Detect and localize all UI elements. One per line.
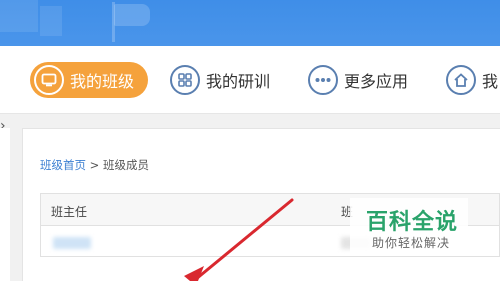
watermark-subtitle: 助你轻松解决	[372, 236, 451, 250]
nav-item-my-training[interactable]: 我的研训	[170, 63, 270, 97]
nav-item-me[interactable]: 我	[446, 63, 498, 97]
red-arrow-annotation	[184, 198, 294, 281]
nav-item-label: 我	[482, 72, 499, 91]
left-sidebar-edge	[0, 128, 10, 281]
grid-icon	[170, 65, 200, 95]
nav-item-my-class[interactable]: 我的班级	[30, 62, 149, 98]
main-nav: › 我的班级 我的研训 更多应用 我	[0, 46, 500, 134]
column-header-head-teacher: 班主任	[51, 205, 88, 219]
banner-flag-graphic	[114, 4, 150, 26]
more-dots-icon	[308, 65, 338, 95]
home-icon	[446, 65, 476, 95]
banner-building-graphic	[40, 6, 62, 36]
breadcrumb-separator: >	[86, 158, 103, 172]
top-banner	[0, 0, 500, 46]
monitor-icon	[34, 65, 64, 95]
banner-building-graphic	[0, 0, 38, 32]
watermark-title: 百科全说	[366, 210, 459, 235]
blurred-name	[53, 237, 91, 249]
breadcrumb-current: 班级成员	[102, 158, 149, 172]
nav-item-label: 我的研训	[206, 72, 271, 91]
breadcrumb: 班级首页 > 班级成员	[40, 157, 149, 173]
nav-item-label: 我的班级	[70, 72, 135, 91]
watermark-logo: 百科全说 助你轻松解决	[350, 198, 468, 256]
nav-item-more-apps[interactable]: 更多应用	[308, 63, 408, 97]
nav-item-label: 更多应用	[344, 72, 409, 91]
breadcrumb-home-link[interactable]: 班级首页	[40, 158, 86, 172]
